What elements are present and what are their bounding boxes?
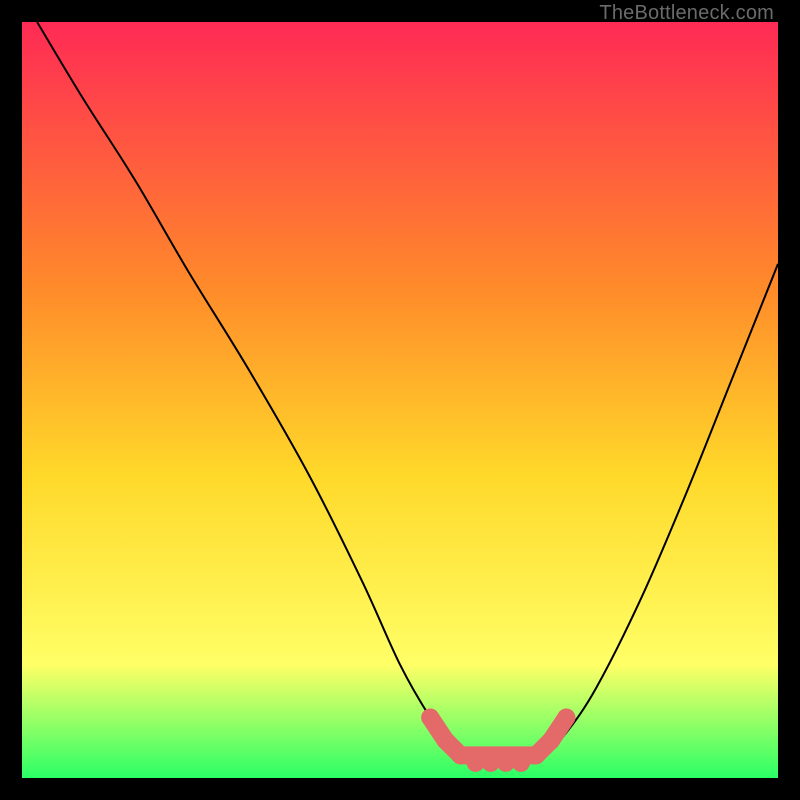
- chart-frame: [22, 22, 778, 778]
- marker-dot: [557, 709, 575, 727]
- marker-dot: [527, 746, 545, 764]
- marker-dot: [436, 731, 454, 749]
- marker-dot: [542, 731, 560, 749]
- marker-dot: [421, 709, 439, 727]
- bottleneck-chart: [22, 22, 778, 778]
